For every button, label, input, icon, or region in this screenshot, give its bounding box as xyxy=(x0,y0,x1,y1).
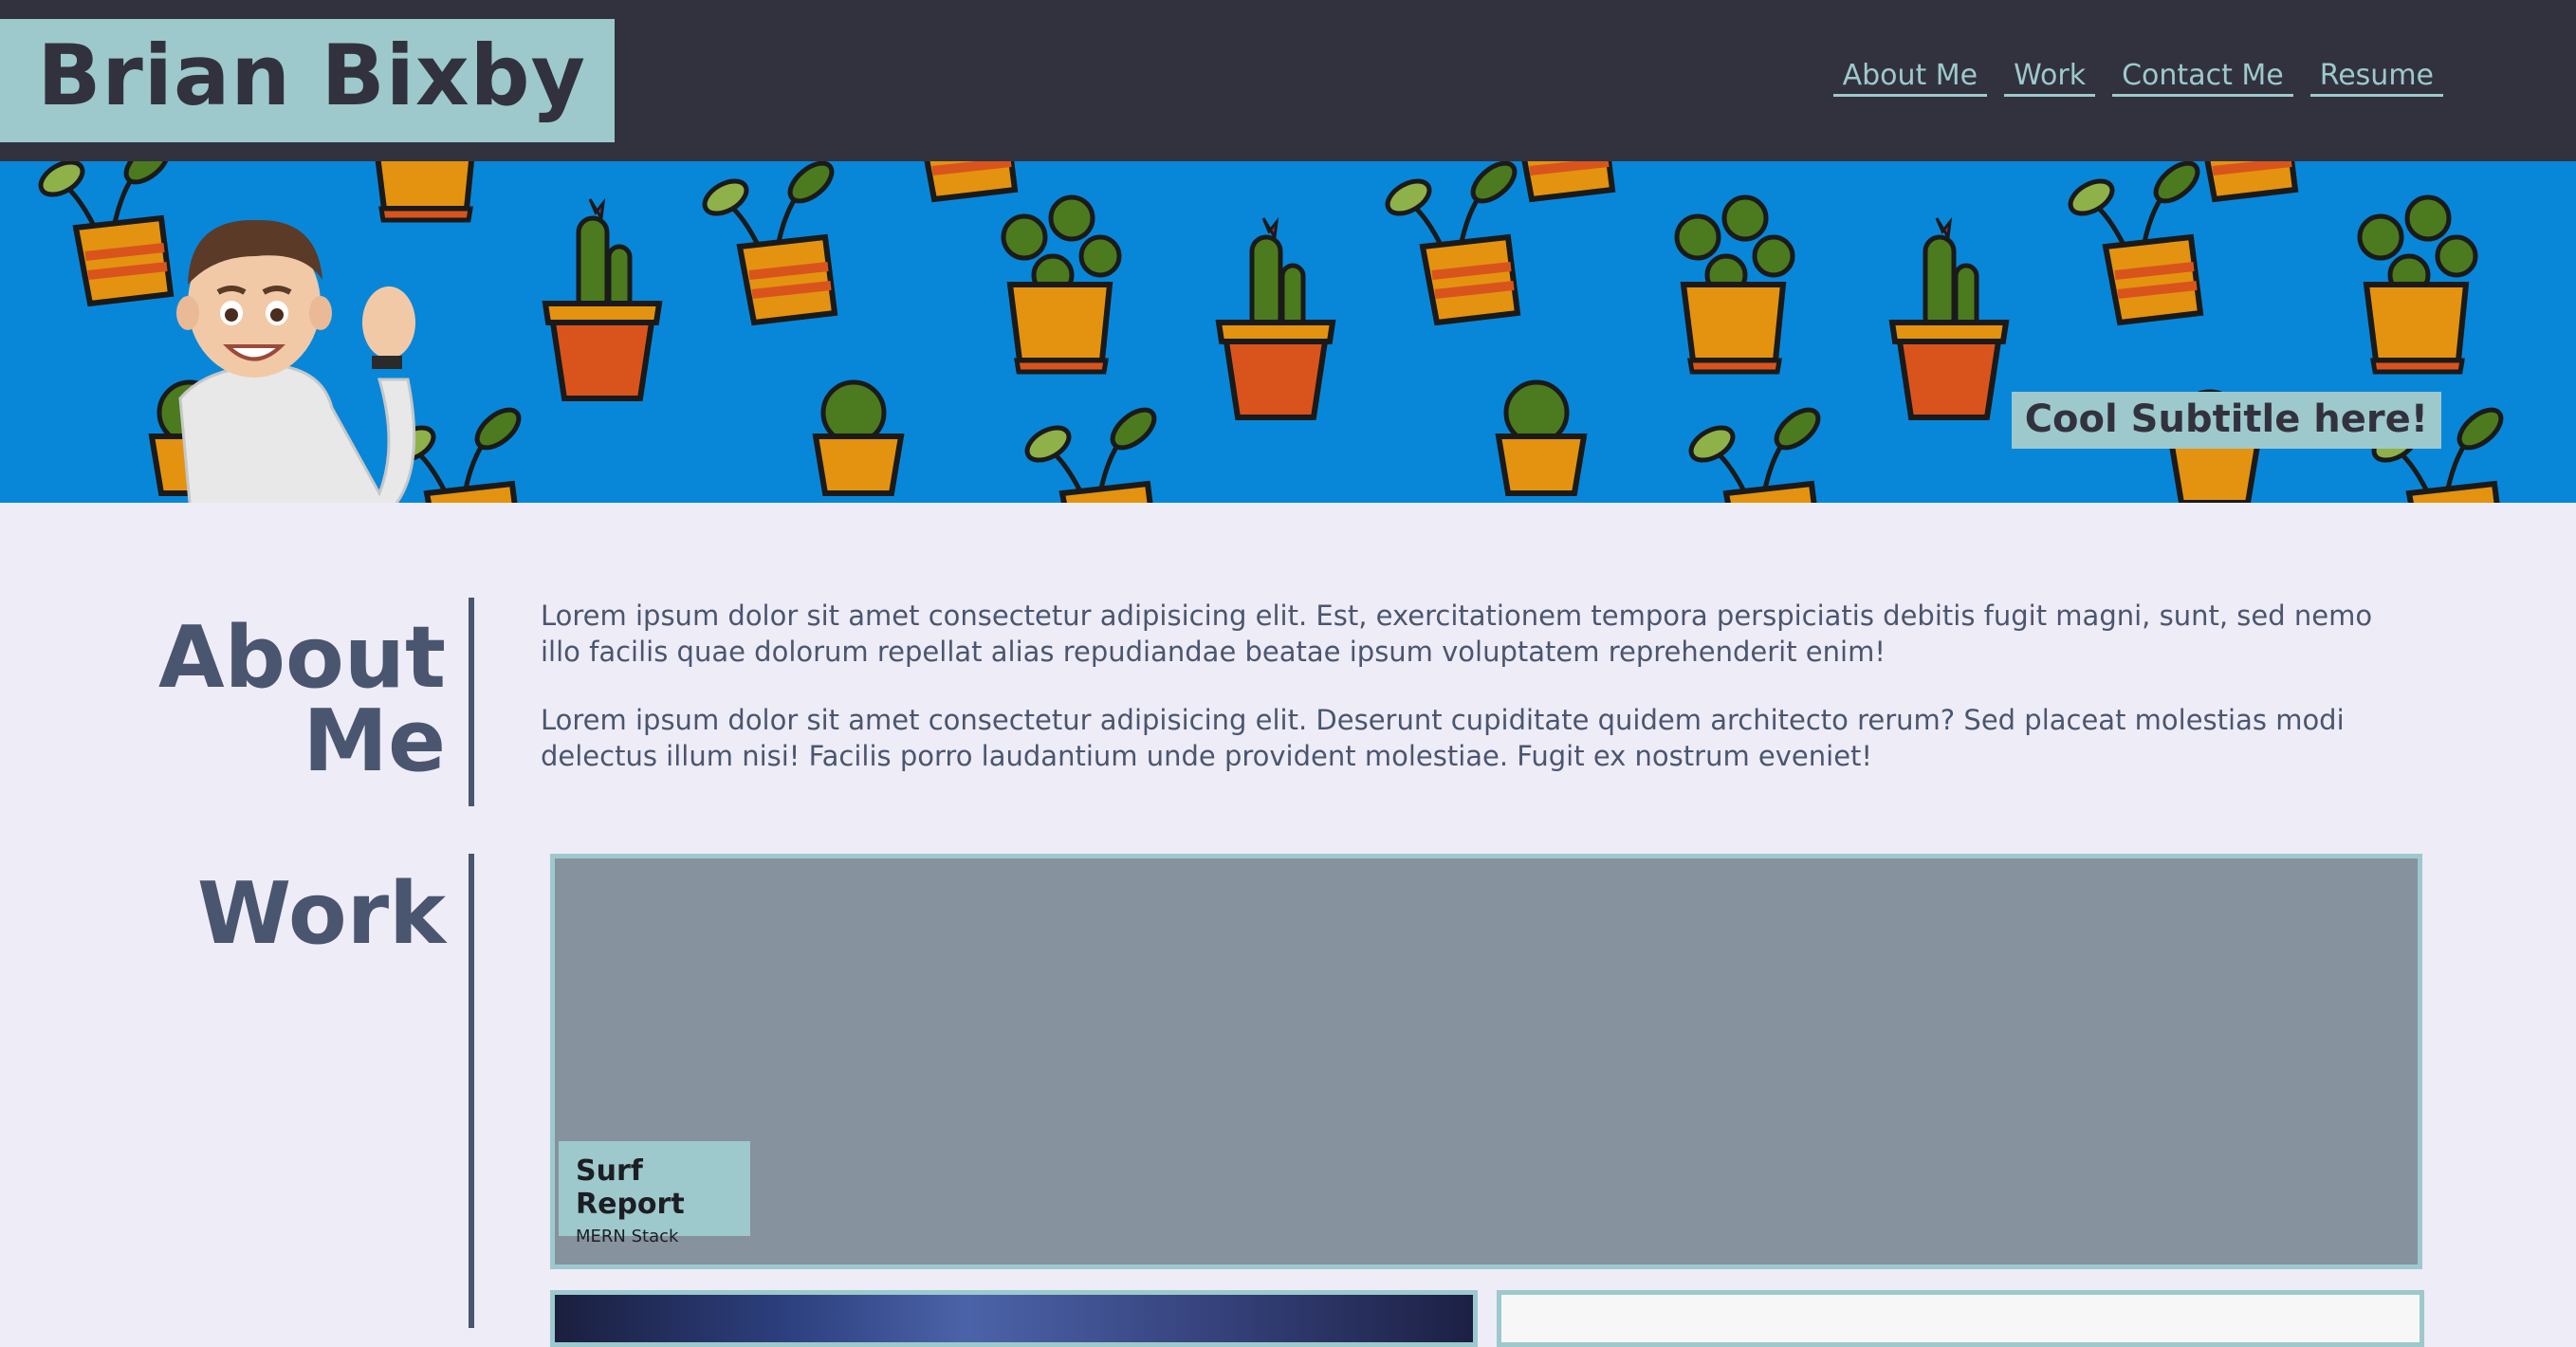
project-card-thumbnail-left[interactable] xyxy=(550,1290,1478,1347)
about-paragraph-2: Lorem ipsum dolor sit amet consectetur a… xyxy=(541,704,2345,772)
hero-banner: Cool Subtitle here! xyxy=(0,161,2576,503)
site-title[interactable]: Brian Bixby xyxy=(37,27,586,124)
project-title: Surf Report xyxy=(576,1154,685,1221)
site-header: Brian Bixby About Me Work Contact Me Res… xyxy=(0,0,2576,161)
brand-box[interactable]: Brian Bixby xyxy=(0,19,615,142)
about-heading-line2: Me xyxy=(303,692,446,791)
about-heading-line1: About xyxy=(157,608,446,708)
work-heading: Work xyxy=(196,864,446,964)
plant-pot-pattern-icon xyxy=(0,161,2576,503)
work-divider xyxy=(469,854,474,1328)
avatar-memoji-icon xyxy=(176,219,416,503)
hero-subtitle: Cool Subtitle here! xyxy=(2011,392,2441,449)
project-card-surf-report[interactable]: Surf Report MERN Stack xyxy=(550,854,2422,1269)
about-me-heading: About Me xyxy=(133,608,446,791)
about-divider xyxy=(469,598,474,806)
about-paragraph-1: Lorem ipsum dolor sit amet consectetur a… xyxy=(541,600,2373,668)
nav-about-me-link[interactable]: About Me xyxy=(1832,59,1988,97)
project-label[interactable]: Surf Report MERN Stack xyxy=(559,1141,750,1246)
project-card-thumbnail-right[interactable] xyxy=(1497,1290,2424,1347)
nav-contact-me-link[interactable]: Contact Me xyxy=(2112,59,2293,97)
nav-work-link[interactable]: Work xyxy=(2004,59,2096,97)
nav-resume-link[interactable]: Resume xyxy=(2309,59,2443,97)
about-text: Lorem ipsum dolor sit amet consectetur a… xyxy=(541,598,2400,806)
project-tech: MERN Stack xyxy=(576,1227,679,1246)
main-nav: About Me Work Contact Me Resume xyxy=(1832,59,2443,97)
